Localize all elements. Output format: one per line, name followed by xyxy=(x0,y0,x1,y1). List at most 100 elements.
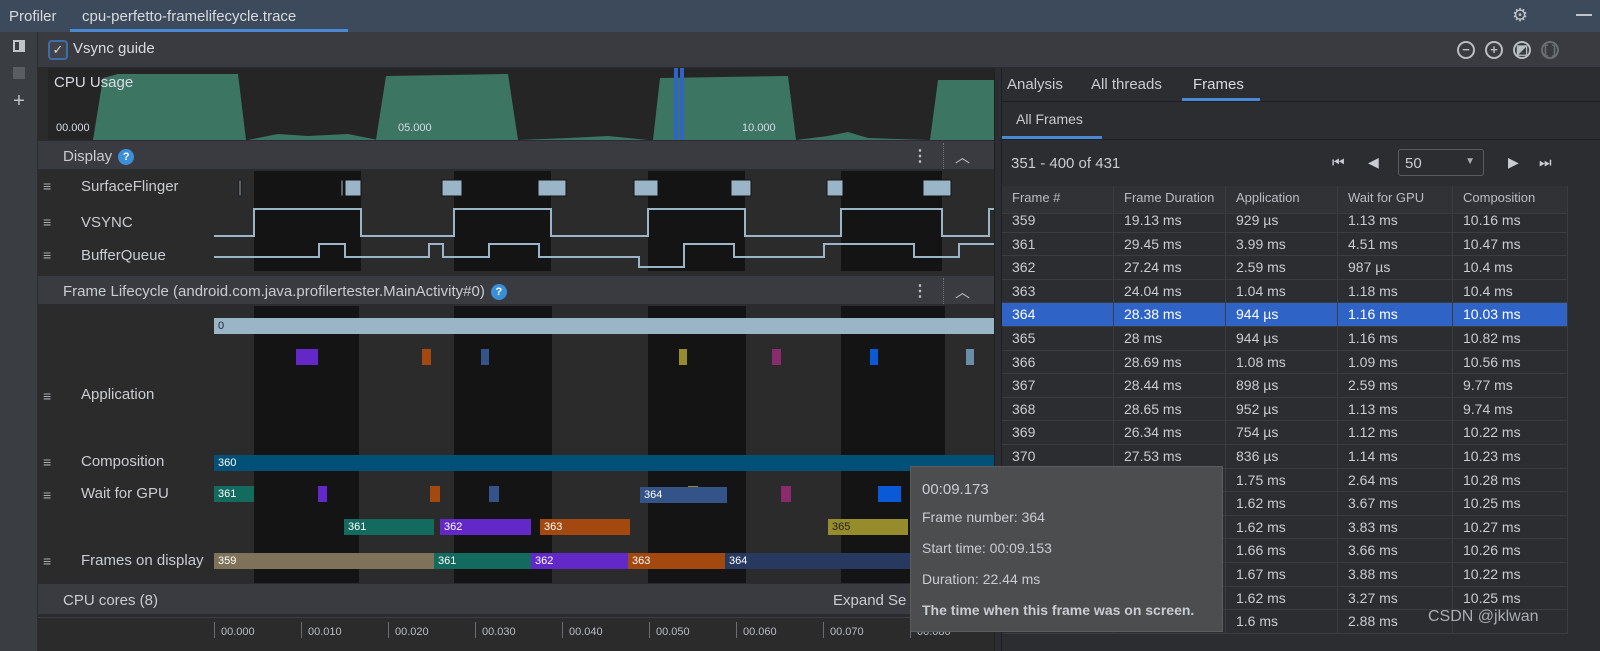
table-row[interactable]: 362 27.24 ms 2.59 ms 987 µs 10.4 ms xyxy=(1002,256,1568,280)
table-cell: 9.77 ms xyxy=(1453,374,1568,398)
table-row[interactable]: 359 19.13 ms 929 µs 1.13 ms 10.16 ms xyxy=(1002,209,1568,233)
display-section-header[interactable]: Display? ⋮ ︿ xyxy=(38,140,994,170)
application-block[interactable] xyxy=(481,349,489,365)
display-frame-block[interactable]: 361 xyxy=(434,553,531,569)
analysis-tabs: Analysis All threads Frames xyxy=(1002,68,1600,102)
table-cell: 10.4 ms xyxy=(1453,279,1568,304)
composition-block[interactable]: 365 xyxy=(828,519,908,535)
drag-handle-icon[interactable]: ≡ xyxy=(43,215,51,229)
table-cell: 363 xyxy=(1002,279,1114,304)
composition-block[interactable]: 363 xyxy=(540,519,630,535)
display-frame-block[interactable]: 362 xyxy=(531,553,628,569)
display-frame-block[interactable]: 359 xyxy=(214,553,434,569)
display-lane xyxy=(214,171,994,271)
pagination-range: 351 - 400 of 431 xyxy=(1011,155,1121,172)
collapse-chevron-icon[interactable]: ︿ xyxy=(955,281,970,302)
application-block[interactable] xyxy=(966,349,974,365)
drag-handle-icon[interactable]: ≡ xyxy=(43,248,51,262)
tab-analysis[interactable]: Analysis xyxy=(1007,76,1063,93)
profiler-label[interactable]: Profiler xyxy=(9,8,57,25)
display-frame-block[interactable]: 363 xyxy=(628,553,725,569)
table-cell: 362 xyxy=(1002,256,1114,280)
stop-icon[interactable] xyxy=(0,66,38,84)
table-cell: 1.67 ms xyxy=(1226,563,1338,587)
table-row[interactable]: 364 28.38 ms 944 µs 1.16 ms 10.03 ms xyxy=(1002,303,1568,327)
frame-lifecycle-section-header[interactable]: Frame Lifecycle (android.com.java.profil… xyxy=(38,275,994,305)
application-block[interactable] xyxy=(679,349,687,365)
table-cell: 367 xyxy=(1002,374,1114,398)
cpu-usage-chart xyxy=(93,68,994,140)
application-block[interactable]: 0 xyxy=(214,318,994,334)
drag-handle-icon[interactable]: ≡ xyxy=(43,455,51,469)
help-icon[interactable]: ? xyxy=(118,149,135,165)
composition-block[interactable]: 360 xyxy=(214,455,994,471)
next-page-icon[interactable]: ▶ xyxy=(1508,154,1519,171)
first-page-icon[interactable]: ⏮ xyxy=(1332,154,1345,171)
table-cell: 365 xyxy=(1002,327,1114,351)
more-options-icon[interactable]: ⋮ xyxy=(912,281,928,301)
vsync-guide-checkbox[interactable]: ✓ xyxy=(48,40,68,60)
tooltip-start-time: Start time: 00:09.153 xyxy=(922,540,1052,556)
table-cell: 370 xyxy=(1002,445,1114,469)
composition-block[interactable]: 364 xyxy=(640,487,727,503)
table-row[interactable]: 369 26.34 ms 754 µs 1.12 ms 10.22 ms xyxy=(1002,421,1568,445)
table-row[interactable]: 365 28 ms 944 µs 1.16 ms 10.82 ms xyxy=(1002,327,1568,351)
table-cell: 1.18 ms xyxy=(1338,279,1453,304)
cpu-usage-area xyxy=(93,74,994,140)
active-tab-indicator xyxy=(1182,98,1260,101)
drag-handle-icon[interactable]: ≡ xyxy=(43,389,51,403)
more-options-icon[interactable]: ⋮ xyxy=(912,146,928,166)
table-row[interactable]: 361 29.45 ms 3.99 ms 4.51 ms 10.47 ms xyxy=(1002,232,1568,257)
table-cell: 10.26 ms xyxy=(1453,539,1568,563)
trace-tab[interactable]: cpu-perfetto-framelifecycle.trace xyxy=(82,8,296,25)
zoom-out-icon[interactable]: − xyxy=(1457,41,1475,59)
drag-handle-icon[interactable]: ≡ xyxy=(43,554,51,568)
help-icon[interactable]: ? xyxy=(490,284,507,300)
table-cell: 29.45 ms xyxy=(1114,232,1226,257)
subtab-all-frames[interactable]: All Frames xyxy=(1016,111,1083,127)
table-row[interactable]: 368 28.65 ms 952 µs 1.13 ms 9.74 ms xyxy=(1002,397,1568,422)
collapse-chevron-icon[interactable]: ︿ xyxy=(955,146,970,167)
composition-block[interactable]: 362 xyxy=(440,519,531,535)
cpu-usage-label: CPU Usage xyxy=(54,74,134,91)
gear-icon[interactable]: ⚙ xyxy=(1512,5,1528,26)
application-block[interactable] xyxy=(422,349,431,365)
reset-zoom-icon[interactable]: ◩ xyxy=(1513,41,1531,59)
application-block[interactable] xyxy=(870,349,878,365)
left-toolbar: + xyxy=(0,32,38,651)
table-row[interactable]: 366 28.69 ms 1.08 ms 1.09 ms 10.56 ms xyxy=(1002,350,1568,375)
zoom-in-icon[interactable]: + xyxy=(1485,41,1503,59)
table-cell: 2.64 ms xyxy=(1338,468,1453,493)
table-cell: 28.44 ms xyxy=(1114,374,1226,398)
drag-handle-icon[interactable]: ≡ xyxy=(43,179,51,193)
table-row[interactable]: 370 27.53 ms 836 µs 1.14 ms 10.23 ms xyxy=(1002,445,1568,469)
tab-all-threads[interactable]: All threads xyxy=(1091,76,1162,93)
table-cell: 1.08 ms xyxy=(1226,350,1338,375)
table-cell: 1.12 ms xyxy=(1338,421,1453,445)
ruler-tick: 00.020 xyxy=(388,622,429,638)
table-cell: 359 xyxy=(1002,209,1114,233)
tab-frames[interactable]: Frames xyxy=(1193,76,1244,93)
cpu-cores-section[interactable]: CPU cores (8) Expand Se xyxy=(38,583,994,615)
expand-sections-button[interactable]: Expand Se xyxy=(833,592,906,609)
ruler-tick: 00.060 xyxy=(736,622,777,638)
panel-toggle-icon[interactable] xyxy=(0,39,38,57)
plus-icon[interactable]: + xyxy=(0,90,38,113)
prev-page-icon[interactable]: ◀ xyxy=(1368,154,1379,171)
title-bar: Profiler cpu-perfetto-framelifecycle.tra… xyxy=(0,0,1600,32)
last-page-icon[interactable]: ⏭ xyxy=(1539,154,1552,171)
table-cell: 361 xyxy=(1002,232,1114,257)
table-row[interactable]: 363 24.04 ms 1.04 ms 1.18 ms 10.4 ms xyxy=(1002,279,1568,304)
table-row[interactable]: 367 28.44 ms 898 µs 2.59 ms 9.77 ms xyxy=(1002,374,1568,398)
composition-block[interactable]: 361 xyxy=(344,519,434,535)
frame-lifecycle-title: Frame Lifecycle (android.com.java.profil… xyxy=(63,283,507,300)
table-cell: 10.82 ms xyxy=(1453,327,1568,351)
ruler-tick: 00.040 xyxy=(562,622,603,638)
table-cell: 1.16 ms xyxy=(1338,303,1453,327)
cpu-usage-track[interactable]: CPU Usage 00.000 05.000 10.000 xyxy=(48,68,994,140)
table-cell: 28.69 ms xyxy=(1114,350,1226,375)
application-block[interactable] xyxy=(296,349,318,365)
minus-icon[interactable] xyxy=(1576,14,1592,16)
application-block[interactable] xyxy=(772,349,781,365)
page-size-select[interactable]: 50 ▼ xyxy=(1398,149,1484,176)
